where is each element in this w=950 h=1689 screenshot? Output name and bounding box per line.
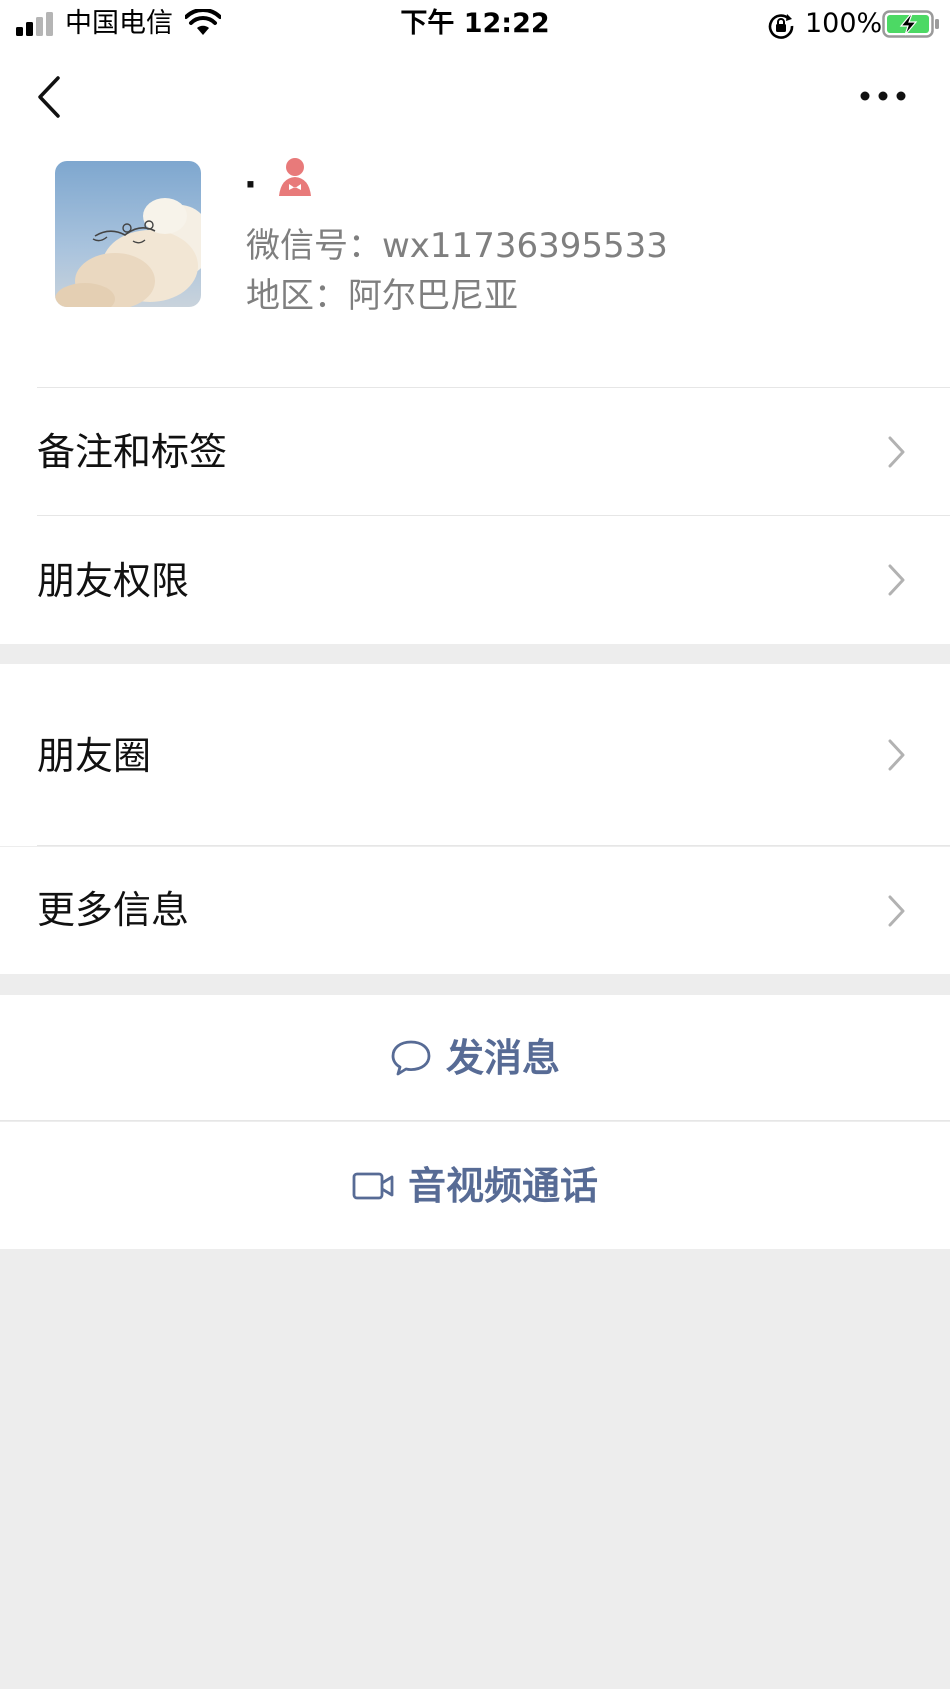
send-message-label: 发消息	[445, 1036, 560, 1080]
divider	[0, 1120, 950, 1121]
chevron-right-icon	[888, 436, 905, 468]
avatar[interactable]	[55, 161, 201, 307]
friend-permissions-label: 朋友权限	[37, 559, 190, 603]
rotation-lock-icon	[768, 14, 794, 39]
nickname: ·	[244, 165, 257, 205]
chevron-right-icon	[888, 564, 905, 596]
moments-cell[interactable]: 朋友圈	[0, 664, 950, 846]
region: 地区：阿尔巴尼亚	[246, 276, 518, 316]
video-camera-icon	[352, 1172, 394, 1199]
more-info-cell[interactable]: 更多信息	[0, 847, 950, 974]
send-message-button[interactable]: 发消息	[0, 995, 950, 1121]
wechat-id: 微信号：wx11736395533	[246, 226, 668, 266]
profile-header: · 微信号：wx11736395533 地区：阿尔巴尼亚	[0, 144, 950, 388]
moments-label: 朋友圈	[37, 734, 152, 778]
video-call-button[interactable]: 音视频通话	[0, 1122, 950, 1249]
battery-percent: 100%	[805, 8, 883, 39]
remarks-tags-cell[interactable]: 备注和标签	[0, 388, 950, 516]
more-info-label: 更多信息	[37, 888, 190, 932]
friend-permissions-cell[interactable]: 朋友权限	[0, 516, 950, 644]
remarks-tags-label: 备注和标签	[37, 430, 228, 474]
female-icon	[279, 158, 311, 196]
more-dots-icon[interactable]	[858, 84, 908, 108]
chat-bubble-icon	[391, 1040, 431, 1076]
back-chevron-icon[interactable]	[30, 72, 70, 122]
video-call-label: 音视频通话	[407, 1163, 598, 1208]
divider	[37, 845, 950, 846]
video-call-content: 音视频通话	[0, 1122, 950, 1249]
send-message-content: 发消息	[0, 995, 950, 1121]
navigation-bar	[0, 48, 950, 144]
battery-charging-icon	[882, 10, 939, 38]
chevron-right-icon	[888, 895, 905, 927]
chevron-right-icon	[888, 739, 905, 771]
status-bar: 中国电信 下午 12:22 100%	[0, 0, 950, 48]
